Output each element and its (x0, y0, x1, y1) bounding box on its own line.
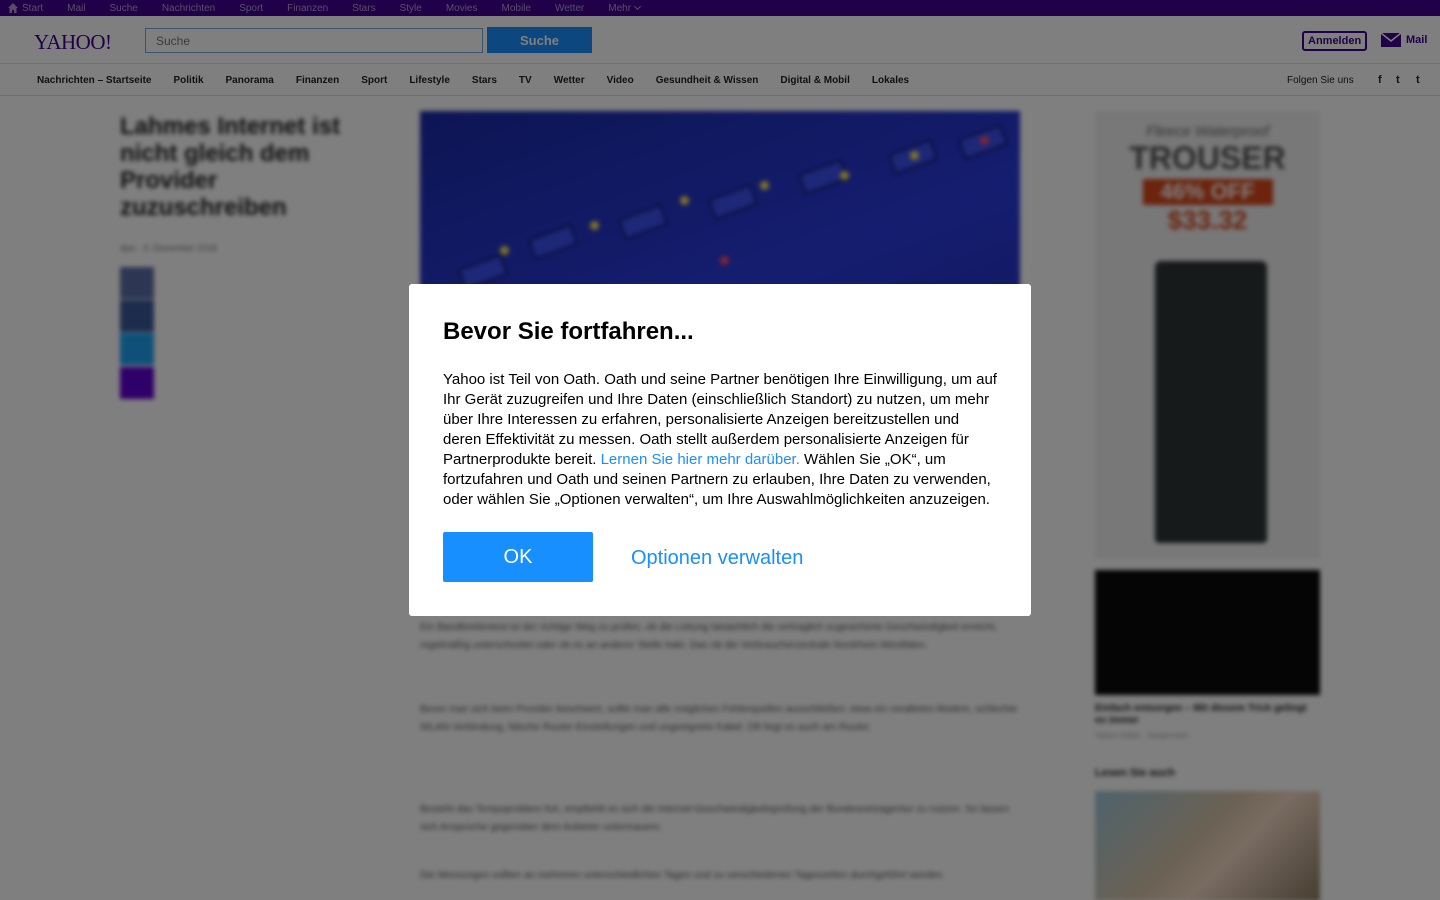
dialog-body: Yahoo ist Teil von Oath. Oath und seine … (443, 370, 997, 510)
manage-options-button[interactable]: Optionen verwalten (631, 547, 803, 570)
learn-more-link[interactable]: Lernen Sie hier mehr darüber. (601, 451, 800, 468)
ok-button[interactable]: OK (443, 532, 593, 582)
dialog-title: Bevor Sie fortfahren... (443, 318, 694, 345)
consent-dialog: Bevor Sie fortfahren... Yahoo ist Teil v… (409, 284, 1031, 616)
